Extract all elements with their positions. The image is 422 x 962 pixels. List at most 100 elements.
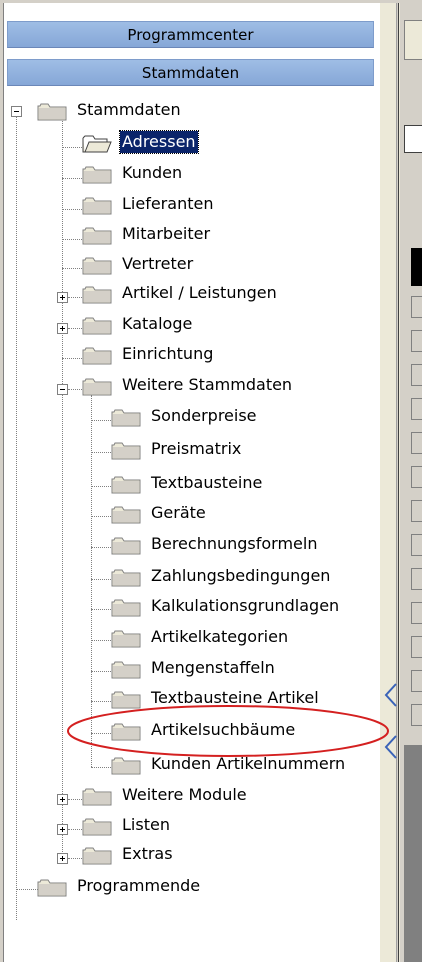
folder-icon — [82, 227, 112, 245]
tree-item-label: Vertreter — [122, 254, 194, 273]
collapse-toggle[interactable] — [57, 384, 68, 395]
tree-line — [68, 858, 82, 859]
tree-line — [16, 112, 17, 920]
tree-item-label: Kalkulationsgrundlagen — [151, 596, 340, 615]
folder-icon — [111, 506, 141, 524]
tree-item-label: Artikelsuchbäume — [151, 720, 296, 739]
folder-icon — [111, 599, 141, 617]
tree-line — [91, 420, 111, 421]
tree-item-label: Textbausteine — [151, 473, 263, 492]
folder-icon — [82, 818, 112, 836]
folder-icon — [111, 442, 141, 460]
grid-cell[interactable] — [411, 602, 422, 624]
folder-icon — [82, 286, 112, 304]
folder-icon — [111, 630, 141, 648]
expand-toggle[interactable] — [57, 853, 68, 864]
tree-item-label: Artikelkategorien — [151, 627, 289, 646]
folder-icon — [111, 757, 141, 775]
tree-line — [68, 389, 82, 390]
app-window: Programmcenter Stammdaten Stammdaten Adr… — [0, 0, 422, 962]
tree-item-label: Weitere Module — [122, 785, 247, 804]
tree-line — [62, 147, 82, 148]
tree-line — [91, 671, 111, 672]
expand-toggle[interactable] — [57, 794, 68, 805]
tree-line — [62, 358, 82, 359]
tree-line — [91, 452, 111, 453]
tree-item-label: Geräte — [151, 503, 206, 522]
folder-icon — [111, 691, 141, 709]
chevron-left-icon[interactable] — [384, 683, 398, 713]
tree-item-label: Listen — [122, 815, 170, 834]
splitter-bar[interactable] — [396, 0, 399, 962]
expand-toggle[interactable] — [57, 824, 68, 835]
grid-cell[interactable] — [411, 670, 422, 692]
collapse-toggle[interactable] — [11, 106, 22, 117]
grid-cell[interactable] — [411, 466, 422, 488]
folder-icon — [111, 409, 141, 427]
tree-item-label: Textbausteine Artikel — [151, 688, 319, 707]
tree-item-label: Extras — [122, 844, 173, 863]
grid-cell[interactable] — [411, 568, 422, 590]
tree-item-label: Kunden Artikelnummern — [151, 754, 346, 773]
grid-cell[interactable] — [411, 432, 422, 454]
grid-cell[interactable] — [411, 398, 422, 420]
grid-cell[interactable] — [411, 364, 422, 386]
tree-line — [62, 118, 63, 864]
tree-line — [68, 297, 82, 298]
grid-cell[interactable] — [411, 636, 422, 658]
tree-line — [68, 799, 82, 800]
grid-cell[interactable] — [411, 500, 422, 522]
folder-icon — [37, 879, 67, 897]
tree-line — [91, 516, 111, 517]
folder-icon — [82, 197, 112, 215]
tree-line — [91, 395, 92, 767]
folder-icon — [82, 378, 112, 396]
tree-line — [16, 889, 38, 890]
content-pane — [400, 0, 422, 962]
folder-icon — [111, 661, 141, 679]
grid-cell[interactable] — [411, 296, 422, 318]
tree-line — [62, 178, 82, 179]
tree-line — [68, 829, 82, 830]
pane-background — [404, 745, 422, 962]
folder-icon — [82, 347, 112, 365]
tree-line — [91, 701, 111, 702]
tree-line — [91, 640, 111, 641]
tree-item-label: Kunden — [122, 163, 183, 182]
tree-item-label: Programmende — [77, 876, 201, 895]
folder-icon — [82, 847, 112, 865]
tree-item-label: Weitere Stammdaten — [122, 375, 293, 394]
tree-item-label: Einrichtung — [122, 344, 214, 363]
tree-line — [62, 209, 82, 210]
tree-item-label: Zahlungsbedingungen — [151, 566, 331, 585]
tree-item-label: Berechnungsformeln — [151, 534, 318, 553]
chevron-left-icon[interactable] — [384, 735, 398, 765]
tree-item-label: Adressen — [119, 130, 199, 154]
tree-line — [91, 767, 111, 768]
tree-line — [91, 547, 111, 548]
grid-header — [411, 248, 422, 286]
tree-line — [91, 733, 111, 734]
folder-icon — [37, 103, 67, 121]
grid-cell[interactable] — [411, 534, 422, 556]
toolbar-button[interactable] — [404, 20, 422, 60]
tree-item-label: Mengenstaffeln — [151, 658, 275, 677]
tree-item-label: Lieferanten — [122, 194, 214, 213]
tree-item-label: Kataloge — [122, 314, 193, 333]
input-field[interactable] — [404, 125, 422, 153]
grid-cell[interactable] — [411, 704, 422, 726]
expand-toggle[interactable] — [57, 292, 68, 303]
tree-item-label: Artikel / Leistungen — [122, 283, 277, 302]
folder-icon — [82, 166, 112, 184]
folder-icon — [111, 569, 141, 587]
folder-icon — [82, 257, 112, 275]
folder-icon — [82, 788, 112, 806]
folder-icon — [111, 476, 141, 494]
window-border — [0, 0, 422, 3]
grid-cell[interactable] — [411, 330, 422, 352]
tree-item-label: Sonderpreise — [151, 406, 257, 425]
expand-toggle[interactable] — [57, 323, 68, 334]
tree-line — [91, 579, 111, 580]
window-border — [0, 0, 4, 962]
tree-line — [62, 268, 82, 269]
